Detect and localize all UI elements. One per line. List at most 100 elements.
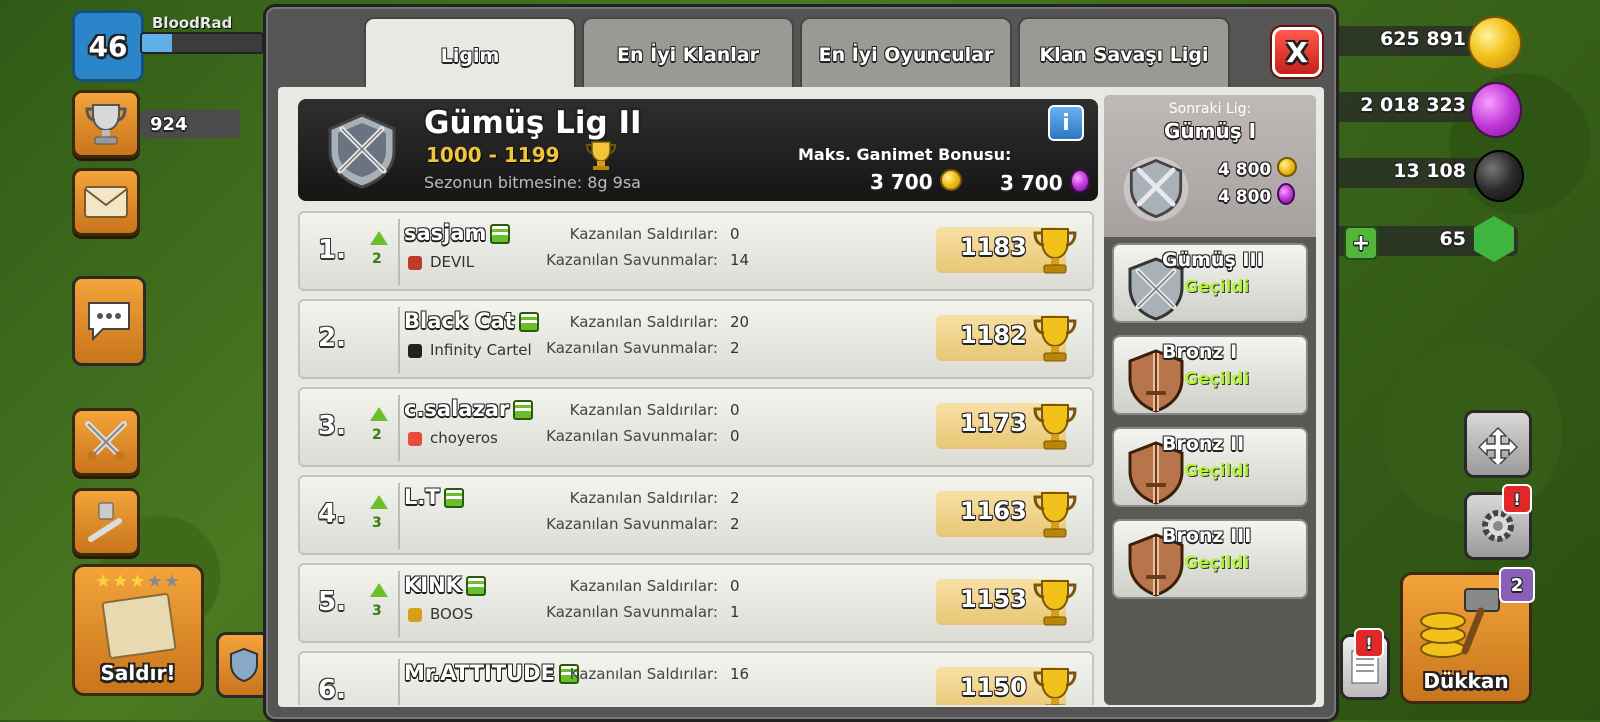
defenses-won-value: 2 <box>730 515 740 533</box>
ranking-row[interactable]: 6. Mr.ATTITUDE Kazanılan Saldırılar: 16 1150 <box>298 651 1094 705</box>
trophy-button[interactable] <box>72 90 140 158</box>
buy-gems-button[interactable]: + <box>1344 226 1378 260</box>
silver-league-emblem-icon <box>1123 156 1189 222</box>
passed-league-card[interactable]: Gümüş III Geçildi <box>1112 243 1308 323</box>
trophy-pill: 1150 <box>936 667 1077 705</box>
tab-0[interactable]: Ligim <box>364 17 576 93</box>
tab-3[interactable]: Klan Savaşı Ligi <box>1018 17 1230 91</box>
ranking-row[interactable]: 4. 3 L.T Kazanılan Saldırılar: 2 Kazanılan Sa… <box>298 475 1094 555</box>
attacks-won-label: Kazanılan Saldırılar: <box>569 665 718 683</box>
attacks-won-value: 16 <box>730 665 750 683</box>
trophy-pill: 1182 <box>936 315 1077 362</box>
hammer-sword-icon <box>88 502 122 542</box>
league-header: Gümüş Lig II 1000 - 1199 Sezonun bitmesi… <box>298 99 1098 201</box>
clan-name: DEVIL <box>430 253 475 271</box>
gold-coin-icon <box>1277 157 1298 177</box>
ranking-row[interactable]: 2. Black Cat Infinity Cartel Kazanılan Sald… <box>298 299 1094 379</box>
passed-league-name: Bronz I <box>1162 341 1238 363</box>
passed-league-name: Bronz III <box>1162 525 1252 547</box>
tab-2[interactable]: En İyi Oyuncular <box>800 17 1012 91</box>
attacks-won-value: 20 <box>730 313 750 331</box>
passed-league-card[interactable]: Bronz I Geçildi <box>1112 335 1308 415</box>
star-icon: ★ <box>163 571 181 592</box>
next-league-box: Sonraki Lig: Gümüş I 4 800 4 800 <box>1104 95 1316 237</box>
attacks-won-label: Kazanılan Saldırılar: <box>569 577 718 595</box>
league-trophy-range: 1000 - 1199 <box>426 143 560 167</box>
clan-badge-icon <box>408 256 422 270</box>
trophy-count: 924 <box>140 110 240 138</box>
gold-coin-icon <box>1468 16 1522 70</box>
battle-log-button[interactable] <box>72 408 140 476</box>
ranking-row[interactable]: 1. 2 sasjam DEVIL Kazanılan Saldırılar: 0 Kaza… <box>298 211 1094 291</box>
player-name: Black Cat <box>404 309 539 333</box>
next-league-name: Gümüş I <box>1163 119 1257 143</box>
trophy-count: 1150 <box>960 673 1027 701</box>
list-icon <box>443 488 464 508</box>
player-name: L.T <box>404 485 464 509</box>
list-icon <box>518 312 539 332</box>
clan-badge-icon <box>408 608 422 622</box>
attack-stars: ★★★★★ <box>75 571 201 592</box>
trophy-count: 1183 <box>960 233 1027 261</box>
ranking-row[interactable]: 5. 3 KINK BOOS Kazanılan Saldırılar: 0 Kazanıl… <box>298 563 1094 643</box>
shop-label: Dükkan <box>1423 669 1509 693</box>
attack-label: Saldır! <box>100 661 176 685</box>
rank-position: 6. <box>318 675 346 705</box>
trophy-icon <box>85 104 127 145</box>
list-icon <box>513 400 534 420</box>
tab-label: En İyi Oyuncular <box>818 44 994 66</box>
trophy-pill: 1163 <box>936 491 1077 538</box>
mail-button[interactable] <box>72 168 140 236</box>
league-progression-panel[interactable]: Sonraki Lig: Gümüş I 4 800 4 800 Gümüş I… <box>1104 95 1316 705</box>
clan-badge-icon <box>408 344 422 358</box>
star-icon: ★ <box>95 571 113 592</box>
passed-league-card[interactable]: Bronz II Geçildi <box>1112 427 1308 507</box>
shield-icon <box>230 647 258 683</box>
defenses-won-value: 2 <box>730 339 740 357</box>
defenses-won-value: 14 <box>730 251 750 269</box>
trophy-icon <box>1032 313 1078 365</box>
trophy-count: 1182 <box>960 321 1027 349</box>
rank-position: 3. <box>318 411 346 441</box>
league-content: Gümüş Lig II 1000 - 1199 Sezonun bitmesi… <box>278 87 1324 707</box>
trophy-icon <box>1032 665 1078 705</box>
league-modal: Ligim En İyi Klanlar En İyi Oyuncular Klan … <box>263 4 1339 722</box>
chat-button[interactable] <box>72 276 146 366</box>
rank-change: 3 <box>372 603 382 619</box>
rank-position: 1. <box>318 235 346 265</box>
passed-league-status: Geçildi <box>1184 461 1250 481</box>
passed-league-card[interactable]: Bronz III Geçildi <box>1112 519 1308 599</box>
ranking-list[interactable]: 1. 2 sasjam DEVIL Kazanılan Saldırılar: 0 Kaza… <box>298 211 1098 705</box>
xp-bar <box>140 32 264 54</box>
layout-edit-button[interactable] <box>1464 410 1532 478</box>
player-name: KINK <box>404 573 486 597</box>
shop-button[interactable]: Dükkan 2 <box>1400 567 1535 704</box>
army-button[interactable] <box>72 488 140 556</box>
player-name: c.salazar <box>404 397 534 421</box>
close-button[interactable]: X <box>1272 27 1322 77</box>
bonus-elixir-amount: 3 700 <box>1000 169 1090 195</box>
attack-button[interactable]: ★★★★★ Saldır! <box>72 564 204 696</box>
attacks-won-label: Kazanılan Saldırılar: <box>569 313 718 331</box>
clan-badge-icon <box>408 432 422 446</box>
dark-elixir-icon <box>1474 150 1524 202</box>
ranking-row[interactable]: 3. 2 c.salazar choyeros Kazanılan Saldırılar… <box>298 387 1094 467</box>
gems-amount: 65 <box>1439 228 1466 250</box>
row-divider <box>398 659 400 705</box>
rank-position: 2. <box>318 323 346 353</box>
trophy-pill: 1153 <box>936 579 1077 626</box>
rank-change: 2 <box>372 251 382 267</box>
experience-level-badge[interactable]: 46 <box>72 10 144 82</box>
mail-icon <box>84 186 128 218</box>
defenses-won-value: 0 <box>730 427 740 445</box>
list-icon <box>465 576 486 596</box>
max-loot-bonus-label: Maks. Ganimet Bonusu: <box>798 145 1012 164</box>
elixir-drop-icon <box>1277 183 1296 205</box>
tab-1[interactable]: En İyi Klanlar <box>582 17 794 91</box>
info-button[interactable]: i <box>1048 105 1084 141</box>
row-divider <box>398 571 400 637</box>
defenses-won-label: Kazanılan Savunmalar: <box>546 251 718 269</box>
elixir-drop-icon <box>1470 82 1522 138</box>
attacks-won-value: 0 <box>730 225 740 243</box>
rank-position: 4. <box>318 499 346 529</box>
